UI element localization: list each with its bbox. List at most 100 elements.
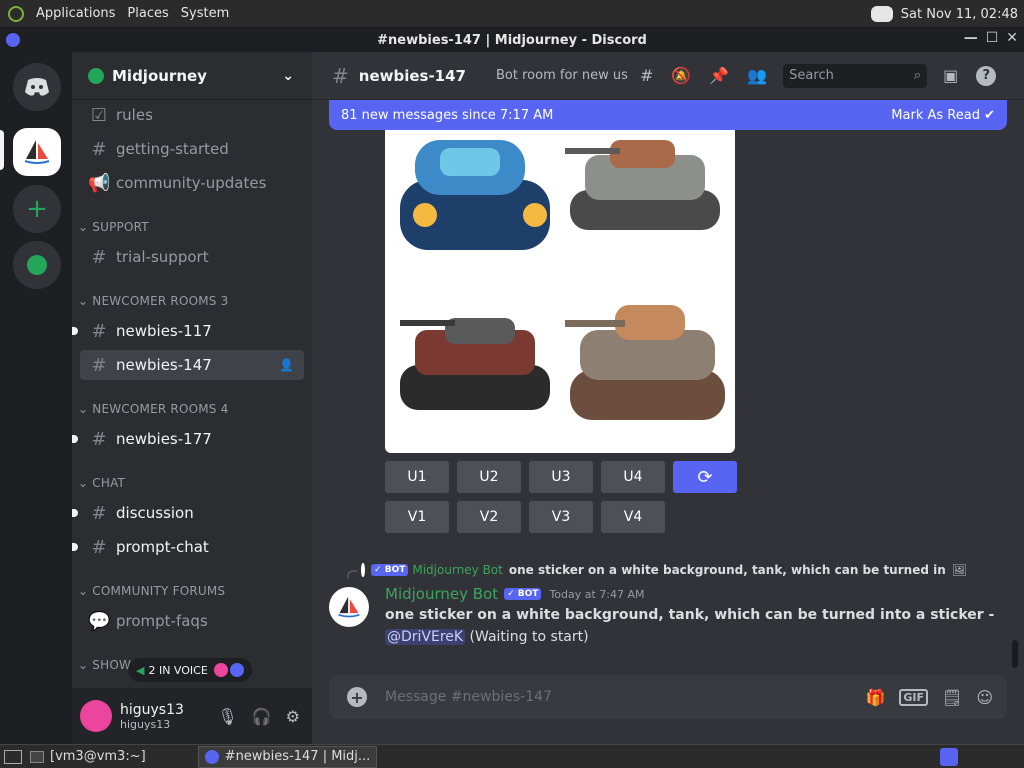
- upscale-u1-button[interactable]: U1: [385, 461, 449, 493]
- category-newcomer-3[interactable]: ⌄ NEWCOMER ROOMS 3: [78, 294, 228, 308]
- gif-button[interactable]: GIF: [899, 688, 928, 706]
- show-desktop-icon[interactable]: [4, 749, 22, 764]
- new-messages-banner[interactable]: 81 new messages since 7:17 AM Mark As Re…: [329, 100, 1007, 130]
- unread-dot: [72, 435, 78, 443]
- notification-bell-icon[interactable]: 🔕: [671, 66, 691, 85]
- image-icon: 🖼: [951, 563, 967, 577]
- channel-prompt-faqs[interactable]: 💬 prompt-faqs: [80, 606, 304, 636]
- maximize-icon[interactable]: ☐: [986, 30, 999, 46]
- os-clock[interactable]: Sat Nov 11, 02:48: [901, 7, 1018, 22]
- reroll-button[interactable]: ⟳: [673, 461, 737, 493]
- upscale-u2-button[interactable]: U2: [457, 461, 521, 493]
- variation-v2-button[interactable]: V2: [457, 501, 521, 533]
- channel-getting-started[interactable]: # getting-started: [80, 134, 304, 164]
- os-logo-icon[interactable]: [8, 5, 24, 22]
- variation-v4-button[interactable]: V4: [601, 501, 665, 533]
- os-menu-system[interactable]: System: [181, 6, 229, 21]
- category-community-forums[interactable]: ⌄ COMMUNITY FORUMS: [78, 584, 225, 598]
- taskbar-discord[interactable]: #newbies-147 | Midj...: [197, 745, 378, 768]
- discord-tray-icon[interactable]: [940, 747, 958, 766]
- mark-as-read-button[interactable]: Mark As Read ✔: [891, 108, 995, 123]
- server-header[interactable]: Midjourney ⌄: [72, 52, 312, 100]
- compass-icon: [27, 255, 47, 275]
- message-time: Today at 7:47 AM: [549, 587, 645, 601]
- sticker-icon[interactable]: 🗒: [942, 688, 962, 707]
- hash-icon: #: [91, 354, 107, 376]
- search-box[interactable]: Search ⌕: [783, 63, 928, 88]
- channel-prompt-chat[interactable]: # prompt-chat: [72, 532, 304, 562]
- channel-newbies-117[interactable]: # newbies-117: [72, 316, 304, 346]
- category-support[interactable]: ⌄ SUPPORT: [78, 220, 149, 234]
- message-author[interactable]: Midjourney Bot: [385, 585, 498, 603]
- channel-discussion[interactable]: # discussion: [72, 498, 304, 528]
- mute-icon[interactable]: 🎙: [217, 707, 237, 726]
- message-composer: + Message #newbies-147 🎁 GIF 🗒 ☺: [329, 675, 1007, 719]
- channel-newbies-147[interactable]: # newbies-147 👤: [80, 350, 304, 380]
- discord-tray-icon[interactable]: [870, 6, 893, 22]
- reply-author[interactable]: Midjourney Bot: [412, 563, 503, 577]
- channel-trial-support[interactable]: # trial-support: [80, 242, 304, 272]
- threads-icon[interactable]: #: [640, 66, 653, 85]
- emoji-icon[interactable]: ☺: [976, 688, 993, 707]
- message-status: (Waiting to start): [469, 629, 589, 645]
- checkbox-icon: ☑: [90, 104, 108, 126]
- tank-camo-2: [400, 318, 550, 410]
- mark-read-icon: ✔: [984, 107, 995, 123]
- upscale-u4-button[interactable]: U4: [601, 461, 665, 493]
- os-top-panel: Applications Places System Sat Nov 11, 0…: [0, 0, 1024, 28]
- pin-icon[interactable]: 📌: [709, 66, 729, 85]
- channel-topbar: # newbies-147 Bot room for new us... # 🔕…: [312, 52, 1024, 100]
- reply-reference[interactable]: ✓ BOT Midjourney Bot one sticker on a wh…: [347, 561, 967, 579]
- category-chat[interactable]: ⌄ CHAT: [78, 476, 125, 490]
- help-icon[interactable]: ?: [976, 65, 997, 86]
- channel-newbies-177[interactable]: # newbies-177: [72, 424, 304, 454]
- headphones-icon[interactable]: 🎧: [252, 707, 272, 726]
- taskbar-terminal[interactable]: [vm3@vm3:~]: [50, 749, 146, 764]
- user-avatar[interactable]: [80, 700, 112, 732]
- gift-icon[interactable]: 🎁: [865, 688, 885, 707]
- unread-dot: [72, 327, 78, 335]
- direct-messages-button[interactable]: [13, 63, 61, 111]
- os-menu-places[interactable]: Places: [127, 6, 168, 21]
- hash-icon: #: [91, 428, 107, 450]
- channel-title: newbies-147: [358, 66, 466, 85]
- add-server-button[interactable]: +: [13, 185, 61, 233]
- user-tag: higuys13: [120, 717, 171, 731]
- channel-label: rules: [116, 106, 153, 124]
- tank-rusty: [565, 305, 725, 420]
- discord-logo-icon: [25, 78, 49, 96]
- midjourney-server-icon[interactable]: [13, 128, 61, 176]
- message-input[interactable]: Message #newbies-147: [385, 689, 865, 705]
- os-menu-applications[interactable]: Applications: [36, 6, 115, 21]
- minimize-icon[interactable]: —: [964, 30, 978, 46]
- upscale-u3-button[interactable]: U3: [529, 461, 593, 493]
- user-panel: higuys13 higuys13 🎙 🎧 ⚙: [72, 688, 312, 744]
- username[interactable]: higuys13: [120, 702, 184, 718]
- explore-servers-button[interactable]: [13, 241, 61, 289]
- voice-pill[interactable]: ◀ 2 IN VOICE: [128, 658, 252, 682]
- user-mention[interactable]: @DriVEreK: [385, 629, 466, 645]
- channel-community-updates[interactable]: 📢 community-updates: [80, 168, 304, 198]
- sailboat-icon: [24, 140, 50, 164]
- bot-avatar[interactable]: [329, 587, 369, 627]
- variation-v3-button[interactable]: V3: [529, 501, 593, 533]
- hash-icon: #: [91, 246, 107, 268]
- server-rail: +: [0, 52, 72, 744]
- attach-plus-icon[interactable]: +: [347, 687, 367, 707]
- generated-image-grid[interactable]: [385, 100, 735, 453]
- verified-icon: [88, 67, 104, 84]
- scrollbar-thumb[interactable]: [1012, 640, 1018, 668]
- sailboat-icon: [338, 596, 360, 618]
- variation-v1-button[interactable]: V1: [385, 501, 449, 533]
- invite-icon[interactable]: 👤: [279, 358, 294, 372]
- refresh-icon: ⟳: [697, 466, 713, 488]
- inbox-icon[interactable]: ▣: [943, 66, 958, 85]
- channel-sidebar: Midjourney ⌄ ☑ rules # getting-started 📢 co…: [72, 52, 312, 744]
- category-newcomer-4[interactable]: ⌄ NEWCOMER ROOMS 4: [78, 402, 228, 416]
- close-icon[interactable]: ✕: [1006, 30, 1018, 46]
- settings-gear-icon[interactable]: ⚙: [286, 707, 300, 726]
- channel-rules[interactable]: ☑ rules: [80, 100, 304, 130]
- member-list-icon[interactable]: 👥: [747, 66, 767, 85]
- channel-topic[interactable]: Bot room for new us...: [496, 68, 628, 83]
- avatar: [213, 663, 228, 677]
